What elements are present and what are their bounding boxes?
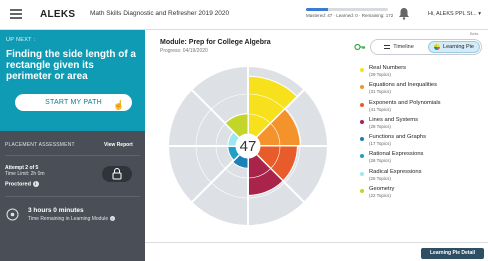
tab-timeline[interactable]: Timeline	[372, 41, 426, 53]
legend-item[interactable]: Lines and Systems (28 Topics)	[360, 117, 485, 134]
sidebar: UP NEXT : Finding the side length of a r…	[0, 30, 145, 261]
up-next-topic: Finding the side length of a rectangle g…	[6, 49, 136, 82]
hand-cursor-icon: ☝	[113, 100, 125, 110]
legend-count: (29 Topics)	[369, 72, 391, 77]
user-name: Hi, ALEKS PPL St...	[428, 11, 477, 17]
legend-name: Rational Expressions	[369, 151, 424, 158]
divider	[5, 155, 140, 156]
pie-legend: Real Numbers (29 Topics) Equations and Ine…	[360, 65, 485, 203]
progress-fill	[306, 8, 329, 11]
course-title: Math Skills Diagnostic and Refresher 201…	[90, 10, 230, 17]
legend-name: Real Numbers	[369, 65, 407, 71]
legend-name: Lines and Systems	[369, 116, 418, 123]
time-limit-text: Time Limit: 2h 0m	[5, 171, 45, 177]
legend-count: (26 Topics)	[369, 158, 391, 164]
legend-count: (41 Topics)	[369, 106, 391, 112]
user-menu[interactable]: Hi, ALEKS PPL St... ▾	[428, 11, 481, 17]
view-toggle: Timeline Learning Pie	[370, 39, 482, 55]
time-remaining: 3 hours 0 minutes	[28, 207, 84, 214]
learning-pie-chart[interactable]: 47	[158, 61, 338, 231]
proctored-label: Proctored i	[5, 181, 39, 187]
learning-pie-detail-button[interactable]: Learning Pie Detail	[421, 248, 484, 259]
legend-item[interactable]: Rational Expressions (26 Topics)	[360, 151, 485, 168]
legend-item[interactable]: Equations and Inequalities (31 Topics)	[360, 82, 485, 99]
legend-dot	[360, 154, 364, 159]
legend-dot	[360, 85, 364, 90]
top-bar: ALEKS Math Skills Diagnostic and Refresh…	[0, 0, 488, 30]
legend-dot	[360, 137, 364, 142]
legend-dot	[360, 102, 364, 107]
module-title: Module: Prep for College Algebra	[160, 39, 271, 46]
divider	[145, 242, 488, 243]
info-icon[interactable]: i	[109, 216, 115, 222]
tab-learning-pie-label: Learning Pie	[443, 44, 474, 50]
progress-text: Mastered: 47 · Learned: 0 · Remaining: 1…	[306, 13, 394, 18]
hamburger-menu-icon[interactable]	[10, 9, 22, 19]
legend-item[interactable]: Real Numbers (29 Topics)	[360, 65, 485, 82]
key-icon[interactable]	[354, 42, 366, 52]
divider	[5, 196, 140, 197]
legend-item[interactable]: Functions and Graphs (17 Topics)	[360, 134, 485, 151]
tab-learning-pie[interactable]: Learning Pie	[428, 41, 480, 53]
module-date: Progress: 04/19/2020	[160, 48, 208, 54]
legend-count: (22 Topics)	[369, 193, 391, 199]
legend-count: (28 Topics)	[369, 123, 391, 129]
pie-center-count: 47	[240, 138, 257, 155]
legend-count: (31 Topics)	[369, 89, 391, 95]
legend-name: Radical Expressions	[369, 168, 422, 175]
legend-dot	[360, 189, 364, 194]
placement-heading: PLACEMENT ASSESSMENT	[5, 142, 75, 148]
time-remaining-label: Time Remaining in Learning Module i	[28, 216, 115, 222]
beta-label: Beta	[470, 31, 479, 36]
info-icon[interactable]: i	[32, 181, 39, 187]
legend-item[interactable]: Exponents and Polynomials (41 Topics)	[360, 100, 485, 117]
notification-bell-icon[interactable]	[398, 7, 410, 20]
timeline-icon	[384, 44, 391, 49]
up-next-panel: UP NEXT : Finding the side length of a r…	[0, 30, 145, 131]
up-next-label: UP NEXT :	[6, 37, 36, 43]
pie-icon	[434, 43, 441, 50]
legend-count: (25 Topics)	[369, 175, 391, 181]
progress-bar	[306, 8, 388, 11]
lock-icon	[112, 168, 122, 180]
proctored-text: Proctored	[5, 181, 31, 188]
tab-timeline-label: Timeline	[393, 44, 414, 50]
legend-name: Geometry	[369, 186, 395, 193]
legend-dot	[360, 119, 364, 124]
time-remaining-label-text: Time Remaining in Learning Module	[28, 216, 109, 222]
clock-icon	[6, 208, 19, 221]
view-report-link[interactable]: View Report	[104, 142, 133, 148]
legend-count: (17 Topics)	[369, 141, 391, 147]
placement-panel: PLACEMENT ASSESSMENT View Report Attempt…	[0, 131, 145, 261]
lock-button[interactable]	[102, 166, 132, 182]
legend-name: Exponents and Polynomials	[369, 99, 441, 106]
legend-item[interactable]: Geometry (22 Topics)	[360, 186, 485, 203]
aleks-logo: ALEKS	[40, 9, 76, 20]
course-progress: Mastered: 47 · Learned: 0 · Remaining: 1…	[306, 8, 394, 18]
legend-name: Equations and Inequalities	[369, 82, 438, 89]
legend-name: Functions and Graphs	[369, 134, 427, 141]
legend-dot	[360, 68, 364, 72]
legend-dot	[360, 171, 364, 176]
legend-item[interactable]: Radical Expressions (25 Topics)	[360, 169, 485, 186]
